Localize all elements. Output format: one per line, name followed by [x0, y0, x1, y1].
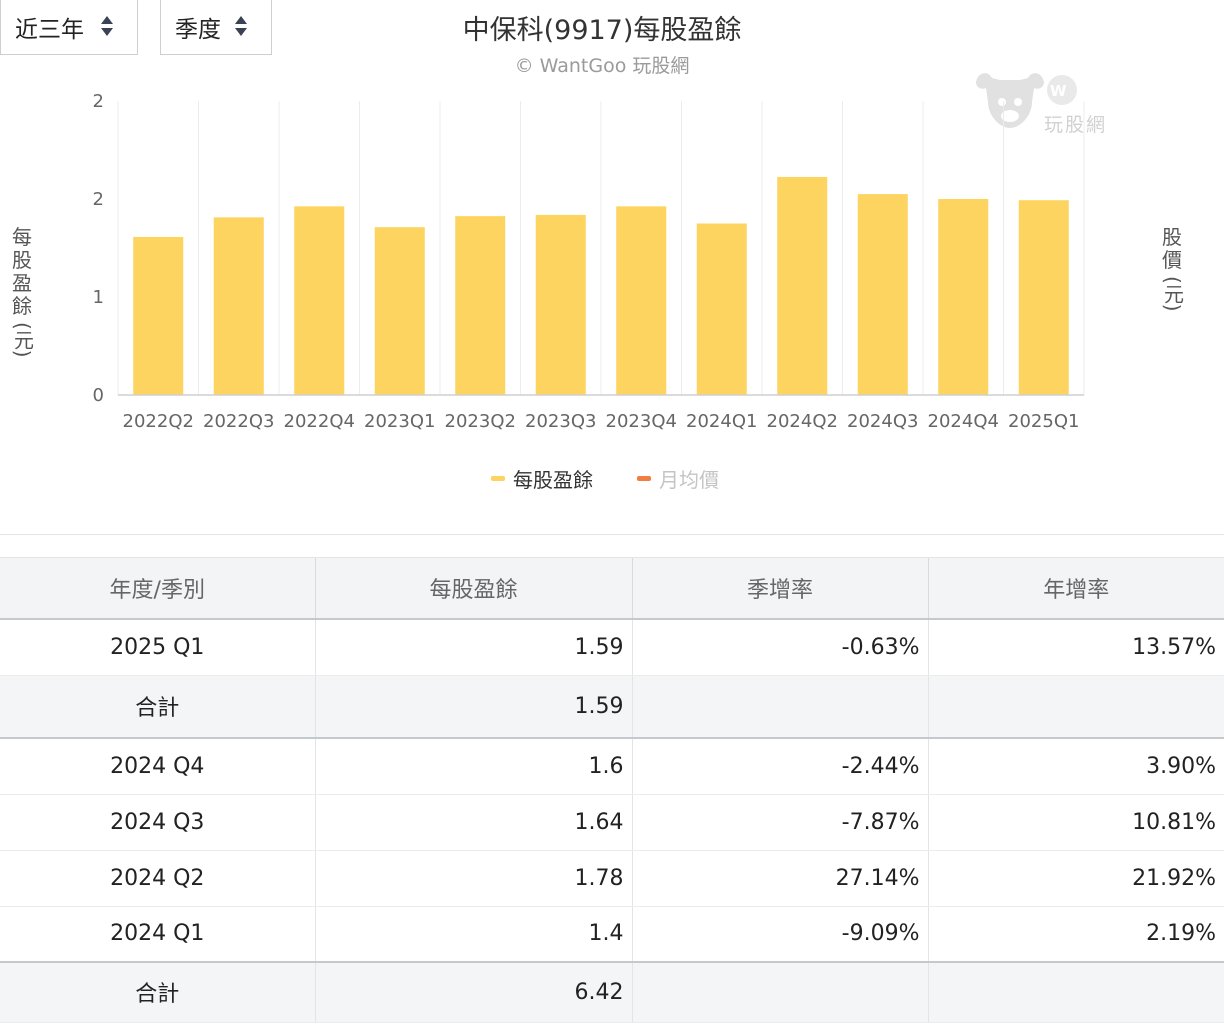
table-row: 2024 Q2 1.78 27.14% 21.92%	[0, 850, 1224, 907]
cell-eps: 1.64	[314, 794, 632, 851]
cell-eps: 6.42	[314, 961, 632, 1023]
cell-period: 2025 Q1	[0, 619, 315, 676]
cell-period: 2024 Q2	[0, 850, 315, 907]
x-tick-label: 2023Q1	[364, 411, 435, 432]
legend-swatch	[491, 475, 505, 481]
legend-label: 每股盈餘	[513, 467, 593, 492]
legend-label: 月均價	[659, 467, 719, 492]
eps-table: 年度/季別 每股盈餘 季增率 年增率 2025 Q1 1.59 -0.63% 13.5…	[0, 557, 1224, 1023]
cell-qoq: -9.09%	[631, 906, 928, 963]
bar	[455, 216, 506, 395]
legend-item-eps[interactable]: 每股盈餘	[491, 464, 593, 492]
cell-eps: 1.59	[314, 619, 632, 676]
x-tick-label: 2024Q1	[686, 411, 757, 432]
x-tick-label: 2023Q3	[525, 411, 596, 432]
cell-period: 2024 Q1	[0, 906, 315, 963]
cell-eps: 1.78	[314, 850, 632, 907]
bar	[294, 206, 345, 395]
column-header-period[interactable]: 年度/季別	[0, 557, 315, 620]
bar	[938, 199, 989, 395]
table-subtotal-row: 合計 1.59	[0, 674, 1224, 739]
x-tick-label: 2023Q2	[445, 411, 516, 432]
column-header-qoq[interactable]: 季增率	[631, 557, 928, 620]
cell-qoq: 27.14%	[631, 850, 928, 907]
bar	[213, 217, 264, 395]
cell-qoq: -7.87%	[631, 794, 928, 851]
x-tick-label: 2024Q2	[767, 411, 838, 432]
column-header-eps[interactable]: 每股盈餘	[314, 557, 632, 620]
legend-swatch	[637, 475, 651, 481]
y-tick-label: 2	[93, 189, 104, 210]
column-header-yoy[interactable]: 年增率	[927, 557, 1224, 620]
y-tick-label: 2	[93, 91, 104, 112]
cell-yoy	[927, 674, 1224, 739]
x-tick-label: 2024Q4	[928, 411, 999, 432]
y-axis-title-left: 每股盈餘 (元)	[10, 225, 35, 358]
cell-eps: 1.4	[314, 906, 632, 963]
y-tick-label: 0	[93, 385, 104, 406]
table-row: 2024 Q3 1.64 -7.87% 10.81%	[0, 794, 1224, 851]
bar	[1018, 200, 1069, 395]
x-tick-label: 2022Q2	[123, 411, 194, 432]
cell-period: 合計	[0, 674, 315, 739]
table-header-row: 年度/季別 每股盈餘 季增率 年增率	[0, 557, 1224, 620]
cell-yoy: 13.57%	[927, 619, 1224, 676]
eps-bar-chart: 0 1 2 2 2022Q2 2022Q3 2022Q4 2023Q1 2023Q2 2023Q3…	[93, 91, 1085, 432]
x-tick-label: 2022Q3	[203, 411, 274, 432]
bar	[374, 227, 425, 395]
cell-qoq: -2.44%	[631, 738, 928, 795]
cell-qoq	[631, 674, 928, 739]
divider	[0, 534, 1224, 535]
bar	[535, 214, 586, 395]
bar	[616, 206, 667, 395]
table-row: 2024 Q1 1.4 -9.09% 2.19%	[0, 906, 1224, 963]
y-tick-label: 1	[93, 287, 104, 308]
x-tick-label: 2024Q3	[847, 411, 918, 432]
x-tick-label: 2023Q4	[606, 411, 677, 432]
cell-qoq	[631, 961, 928, 1023]
cell-yoy: 2.19%	[927, 906, 1224, 963]
cell-yoy: 3.90%	[927, 738, 1224, 795]
table-row: 2025 Q1 1.59 -0.63% 13.57%	[0, 619, 1224, 676]
table-subtotal-row: 合計 6.42	[0, 961, 1224, 1023]
cell-period: 2024 Q4	[0, 738, 315, 795]
cell-eps: 1.59	[314, 674, 632, 739]
table-row: 2024 Q4 1.6 -2.44% 3.90%	[0, 738, 1224, 795]
bar	[857, 194, 908, 395]
x-tick-label: 2022Q4	[284, 411, 355, 432]
bar	[133, 236, 184, 395]
y-axis-title-right: 股價 (元)	[1160, 225, 1185, 312]
x-tick-label: 2025Q1	[1008, 411, 1079, 432]
cell-qoq: -0.63%	[631, 619, 928, 676]
cell-period: 合計	[0, 961, 315, 1023]
cell-yoy: 10.81%	[927, 794, 1224, 851]
cell-yoy	[927, 961, 1224, 1023]
cell-period: 2024 Q3	[0, 794, 315, 851]
legend-item-monthly-avg-price[interactable]: 月均價	[637, 464, 719, 492]
bar	[777, 176, 828, 395]
cell-eps: 1.6	[314, 738, 632, 795]
cell-yoy: 21.92%	[927, 850, 1224, 907]
bar	[696, 223, 747, 395]
